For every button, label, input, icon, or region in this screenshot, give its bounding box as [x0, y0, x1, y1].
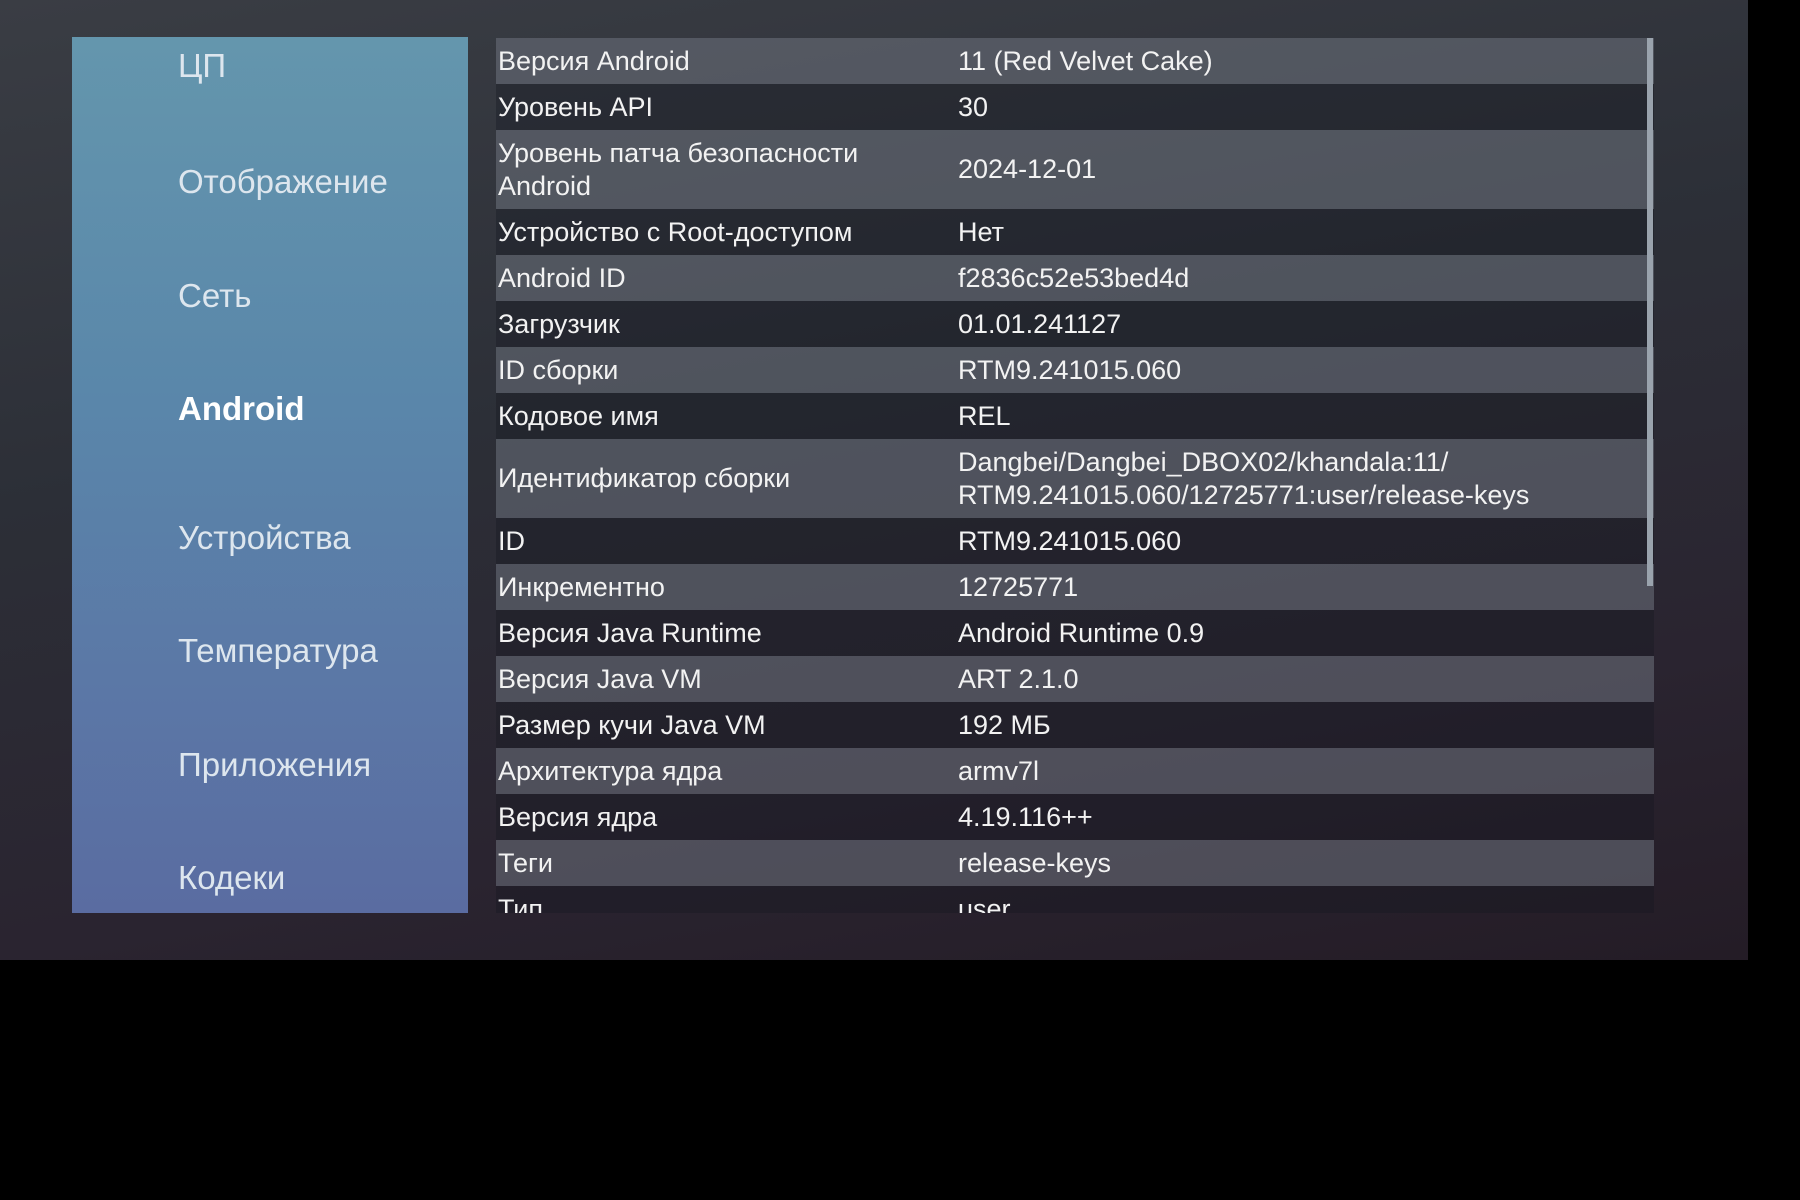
row-key: Уровень API	[498, 91, 654, 122]
info-table[interactable]: Версия Android 11 (Red Velvet Cake) Уровен…	[496, 38, 1654, 913]
row-value: REL	[958, 400, 1011, 431]
sidebar-item-cpu[interactable]: ЦП	[178, 47, 226, 85]
row-value: Dangbei/Dangbei_DBOX02/khandala:11/ RTM9…	[958, 446, 1530, 510]
row-key: Устройство с Root-доступом	[498, 216, 853, 247]
row-value: 12725771	[958, 571, 1079, 602]
row-key: ID	[498, 525, 525, 556]
row-value: Android Runtime 0.9	[958, 617, 1205, 648]
row-value: release-keys	[958, 847, 1112, 878]
table-row: Размер кучи Java VM 192 МБ	[496, 702, 1654, 748]
row-value: 2024-12-01	[958, 154, 1097, 184]
table-row: Кодовое имя REL	[496, 393, 1654, 439]
row-value: armv7l	[958, 755, 1040, 786]
table-row: ID RTM9.241015.060	[496, 518, 1654, 564]
row-value: 11 (Red Velvet Cake)	[958, 45, 1213, 76]
row-key: Тип	[498, 893, 544, 914]
sidebar-item-android[interactable]: Android	[178, 390, 304, 428]
row-key: Кодовое имя	[498, 400, 659, 431]
table-row: ID сборки RTM9.241015.060	[496, 347, 1654, 393]
sidebar-item-display[interactable]: Отображение	[178, 163, 388, 201]
scrollbar[interactable]	[1647, 38, 1653, 586]
table-row: Идентификатор сборки Dangbei/Dangbei_DBOX…	[496, 439, 1654, 518]
row-key: Версия Java VM	[498, 663, 702, 694]
row-value: 01.01.241127	[958, 308, 1122, 339]
table-row: Инкрементно 12725771	[496, 564, 1654, 610]
row-key: Идентификатор сборки	[498, 463, 791, 493]
table-row: Теги release-keys	[496, 840, 1654, 886]
row-key: ID сборки	[498, 354, 619, 385]
table-row: Загрузчик 01.01.241127	[496, 301, 1654, 347]
row-key: Загрузчик	[498, 308, 620, 339]
row-key: Версия Android	[498, 45, 690, 76]
table-row: Android ID f2836c52e53bed4d	[496, 255, 1654, 301]
row-key: Уровень патча безопасности Android	[498, 137, 859, 201]
sidebar-item-network[interactable]: Сеть	[178, 277, 251, 315]
row-key: Архитектура ядра	[498, 755, 723, 786]
row-value: RTM9.241015.060	[958, 354, 1182, 385]
row-key: Версия Java Runtime	[498, 617, 762, 648]
table-row: Уровень API 30	[496, 84, 1654, 130]
sidebar-item-temperature[interactable]: Температура	[178, 632, 378, 670]
row-value: 4.19.116++	[958, 801, 1093, 832]
table-row: Архитектура ядра armv7l	[496, 748, 1654, 794]
row-value: ART 2.1.0	[958, 663, 1079, 694]
row-key: Теги	[498, 847, 553, 878]
row-value: RTM9.241015.060	[958, 525, 1182, 556]
sidebar-item-devices[interactable]: Устройства	[178, 519, 351, 557]
tv-screen: ЦП Отображение Сеть Android Устройства Т…	[0, 0, 1748, 960]
table-row: Тип user	[496, 886, 1654, 913]
sidebar: ЦП Отображение Сеть Android Устройства Т…	[72, 37, 468, 913]
row-value: user	[958, 893, 1011, 914]
table-row: Версия Java Runtime Android Runtime 0.9	[496, 610, 1654, 656]
row-value: Нет	[958, 216, 1004, 247]
table-row: Версия ядра 4.19.116++	[496, 794, 1654, 840]
row-key: Размер кучи Java VM	[498, 709, 766, 740]
row-key: Версия ядра	[498, 801, 658, 832]
row-key: Android ID	[498, 262, 626, 293]
table-row: Версия Java VM ART 2.1.0	[496, 656, 1654, 702]
row-key: Инкрементно	[498, 571, 665, 602]
table-row: Уровень патча безопасности Android 2024-1…	[496, 130, 1654, 209]
sidebar-item-apps[interactable]: Приложения	[178, 746, 371, 784]
row-value: f2836c52e53bed4d	[958, 262, 1190, 293]
row-value: 30	[958, 91, 989, 122]
sidebar-item-codecs[interactable]: Кодеки	[178, 859, 285, 897]
row-value: 192 МБ	[958, 709, 1051, 740]
table-row: Версия Android 11 (Red Velvet Cake)	[496, 38, 1654, 84]
table-row: Устройство с Root-доступом Нет	[496, 209, 1654, 255]
